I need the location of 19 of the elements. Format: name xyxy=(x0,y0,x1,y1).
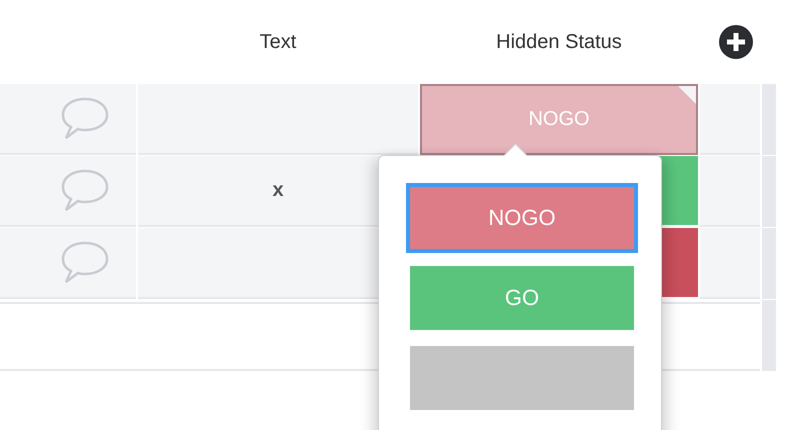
table-cell xyxy=(700,156,760,227)
row-edge-strip xyxy=(762,156,776,227)
status-option[interactable] xyxy=(410,346,634,410)
add-column-icon[interactable] xyxy=(718,24,754,60)
fold-corner-icon xyxy=(678,86,696,104)
status-option[interactable]: NOGO xyxy=(406,183,638,253)
comment-icon[interactable] xyxy=(60,240,110,286)
column-header: Hidden Status xyxy=(496,30,622,54)
column-header: Text xyxy=(260,30,296,54)
comment-icon[interactable] xyxy=(60,168,110,214)
status-cell[interactable]: NOGO xyxy=(420,84,698,155)
table-cell xyxy=(700,84,760,155)
row-edge-strip xyxy=(762,228,776,299)
status-option[interactable]: GO xyxy=(410,266,634,330)
row-edge-strip xyxy=(762,300,776,371)
table-cell xyxy=(700,228,760,299)
cell-text: x xyxy=(272,179,284,202)
row-edge-strip xyxy=(762,84,776,155)
comment-icon[interactable] xyxy=(60,96,110,142)
